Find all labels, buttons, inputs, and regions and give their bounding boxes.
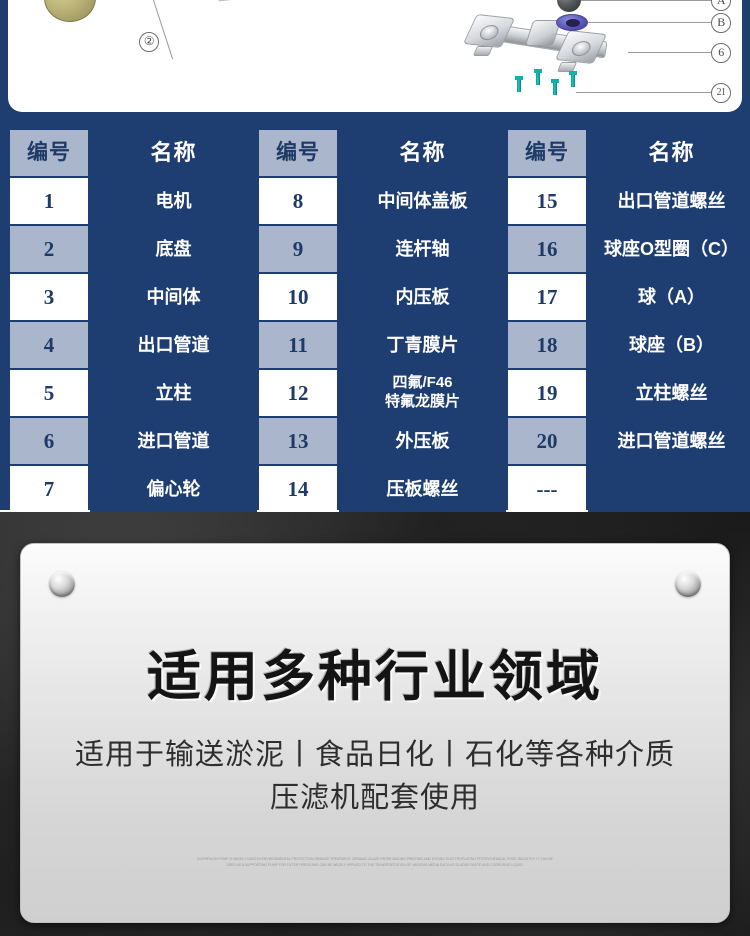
cell-name: 丁青膜片	[339, 322, 506, 368]
cell-name: 立柱	[90, 370, 257, 416]
rivet-icon-top-left	[49, 571, 75, 597]
cell-num: 8	[259, 178, 337, 224]
plaque-title: 适用多种行业领域	[147, 647, 603, 707]
header-num-2: 编号	[259, 130, 337, 176]
cell-num: 6	[10, 418, 88, 464]
cell-name: 中间体	[90, 274, 257, 320]
cell-num: 15	[508, 178, 586, 224]
metal-plaque: 适用多种行业领域 适用于输送淤泥丨食品日化丨石化等各种介质 压滤机配套使用 DI…	[20, 543, 730, 923]
table-row: 2 底盘 9 连杆轴 16 球座O型圈（C）	[10, 226, 750, 272]
cell-name: 中间体盖板	[339, 178, 506, 224]
plaque-subtitle: 适用于输送淤泥丨食品日化丨石化等各种介质 压滤机配套使用	[21, 734, 729, 820]
leader-line-b	[588, 22, 712, 23]
cell-name	[588, 466, 750, 512]
parts-table: 编号 名称 编号 名称 编号 名称 1 电机 8 中间体盖板 15 出口管道螺丝…	[8, 128, 750, 514]
cell-name: 进口管道螺丝	[588, 418, 750, 464]
cell-num: 13	[259, 418, 337, 464]
header-name-2: 名称	[339, 130, 506, 176]
cell-name: 底盘	[90, 226, 257, 272]
screw-icon-2	[534, 69, 542, 85]
leader-line-6	[628, 52, 712, 53]
o-ring-icon	[556, 14, 588, 31]
plaque-fineprint: DIAPHRAGM PUMP IS WIDELY USED IN ENVIRON…	[197, 857, 553, 868]
cell-name: 连杆轴	[339, 226, 506, 272]
cell-num: 18	[508, 322, 586, 368]
cell-num: 11	[259, 322, 337, 368]
screw-icon-4	[569, 71, 577, 87]
cell-num: 1	[10, 178, 88, 224]
table-row: 3 中间体 10 内压板 17 球（A）	[10, 274, 750, 320]
cell-name: 内压板	[339, 274, 506, 320]
header-num-3: 编号	[508, 130, 586, 176]
exploded-diagram: ② A B 6 21	[8, 0, 742, 112]
header-num-1: 编号	[10, 130, 88, 176]
cell-num: 2	[10, 226, 88, 272]
screw-icon-1	[515, 76, 523, 92]
cell-num: 20	[508, 418, 586, 464]
callout-2: ②	[139, 32, 159, 52]
callout-6: 6	[711, 43, 731, 63]
table-row: 6 进口管道 13 外压板 20 进口管道螺丝	[10, 418, 750, 464]
cell-num: 12	[259, 370, 337, 416]
cell-name: 出口管道	[90, 322, 257, 368]
table-row: 1 电机 8 中间体盖板 15 出口管道螺丝	[10, 178, 750, 224]
plaque-section: 适用多种行业领域 适用于输送淤泥丨食品日化丨石化等各种介质 压滤机配套使用 DI…	[0, 512, 750, 936]
cell-num: 17	[508, 274, 586, 320]
manifold-foot-left	[472, 46, 494, 56]
table-row: 4 出口管道 11 丁青膜片 18 球座（B）	[10, 322, 750, 368]
cell-name: 进口管道	[90, 418, 257, 464]
parts-section: ② A B 6 21 编号 名称 编号 名称 编号 名称 1 电机 8 中间体盖…	[0, 0, 750, 512]
leader-line-21	[576, 92, 712, 93]
cell-name-line1: 四氟/F46	[392, 374, 453, 392]
plaque-subtitle-line1: 适用于输送淤泥丨食品日化丨石化等各种介质	[74, 739, 675, 771]
cell-num: 19	[508, 370, 586, 416]
cell-name: 球（A）	[588, 274, 750, 320]
product-detail-page: ② A B 6 21 编号 名称 编号 名称 编号 名称 1 电机 8 中间体盖…	[0, 0, 750, 936]
table-row: 7 偏心轮 14 压板螺丝 ---	[10, 466, 750, 512]
cell-name: 球座（B）	[588, 322, 750, 368]
cell-name: 立柱螺丝	[588, 370, 750, 416]
cell-name: 四氟/F46 特氟龙膜片	[339, 370, 506, 416]
small-plate-icon	[218, 0, 250, 2]
cell-name: 偏心轮	[90, 466, 257, 512]
table-header-row: 编号 名称 编号 名称 编号 名称	[10, 130, 750, 176]
motor-body-icon	[44, 0, 96, 22]
screw-icon-3	[551, 79, 559, 95]
callout-21: 21	[711, 83, 731, 103]
cell-name: 电机	[90, 178, 257, 224]
header-name-1: 名称	[90, 130, 257, 176]
cell-num: 7	[10, 466, 88, 512]
cell-name: 球座O型圈（C）	[588, 226, 750, 272]
parts-table-wrapper: 编号 名称 编号 名称 编号 名称 1 电机 8 中间体盖板 15 出口管道螺丝…	[8, 128, 750, 514]
cell-name: 压板螺丝	[339, 466, 506, 512]
exploded-diagram-card: ② A B 6 21	[8, 0, 742, 112]
manifold-assembly-icon	[462, 6, 633, 78]
table-row: 5 立柱 12 四氟/F46 特氟龙膜片 19 立柱螺丝	[10, 370, 750, 416]
cell-num: 16	[508, 226, 586, 272]
callout-a: A	[711, 0, 731, 11]
cell-num: 14	[259, 466, 337, 512]
cell-num: ---	[508, 466, 586, 512]
cell-name: 外压板	[339, 418, 506, 464]
plaque-subtitle-line2: 压滤机配套使用	[269, 781, 480, 814]
cell-name: 出口管道螺丝	[588, 178, 750, 224]
header-name-3: 名称	[588, 130, 750, 176]
callout-b: B	[711, 13, 731, 33]
leader-line-a	[581, 0, 712, 1]
rivet-icon-top-right	[675, 571, 701, 597]
cell-num: 5	[10, 370, 88, 416]
cell-num: 4	[10, 322, 88, 368]
cell-num: 9	[259, 226, 337, 272]
cell-name-line2: 特氟龙膜片	[384, 393, 460, 410]
cell-num: 10	[259, 274, 337, 320]
cell-num: 3	[10, 274, 88, 320]
